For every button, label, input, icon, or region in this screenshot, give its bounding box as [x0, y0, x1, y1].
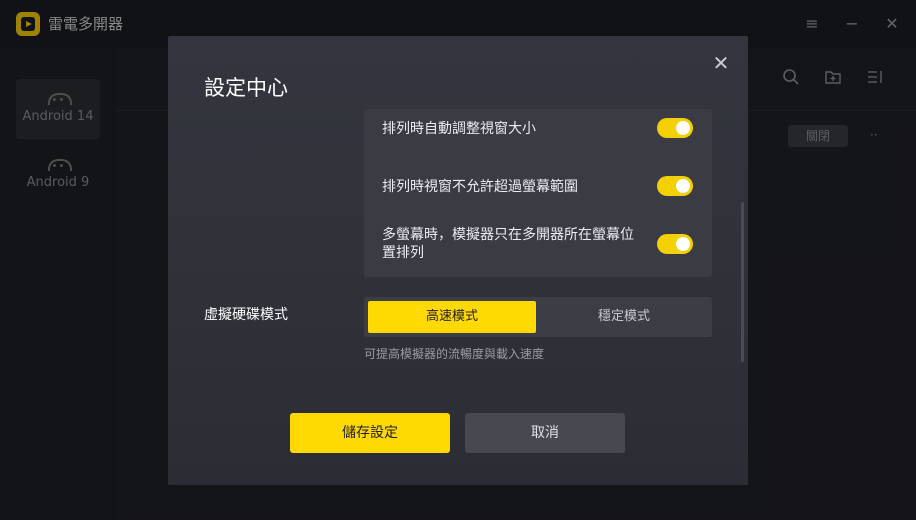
scrollbar[interactable] — [741, 202, 744, 362]
cancel-button[interactable]: 取消 — [465, 413, 625, 453]
disk-mode-stable-button[interactable]: 穩定模式 — [540, 301, 708, 333]
toggle-auto-resize[interactable] — [657, 118, 693, 138]
disk-mode-label: 虛擬硬碟模式 — [204, 307, 288, 323]
dialog-title: 設定中心 — [204, 76, 288, 100]
option-auto-resize-label: 排列時自動調整視窗大小 — [382, 121, 536, 137]
toggle-knob — [676, 121, 690, 135]
toggle-knob — [676, 179, 690, 193]
settings-dialog: 設定中心 ✕ 排列時自動調整視窗大小 排列時視窗不允許超過螢幕範圍 多螢幕時，模… — [168, 36, 748, 485]
save-button[interactable]: 儲存設定 — [290, 413, 450, 453]
disk-mode-fast-button[interactable]: 高速模式 — [368, 301, 536, 333]
close-icon[interactable]: ✕ — [708, 50, 734, 76]
disk-mode-segmented-control: 高速模式 穩定模式 — [364, 297, 712, 337]
option-multi-screen-label: 多螢幕時，模擬器只在多開器所在螢幕位置排列 — [382, 227, 634, 261]
toggle-knob — [676, 237, 690, 251]
disk-mode-hint: 可提高模擬器的流暢度與載入速度 — [364, 347, 545, 361]
toggle-multi-screen[interactable] — [657, 234, 693, 254]
arrange-options-group: 排列時自動調整視窗大小 排列時視窗不允許超過螢幕範圍 多螢幕時，模擬器只在多開器… — [364, 109, 712, 277]
toggle-keep-in-screen[interactable] — [657, 176, 693, 196]
option-keep-in-screen-label: 排列時視窗不允許超過螢幕範圍 — [382, 179, 578, 195]
